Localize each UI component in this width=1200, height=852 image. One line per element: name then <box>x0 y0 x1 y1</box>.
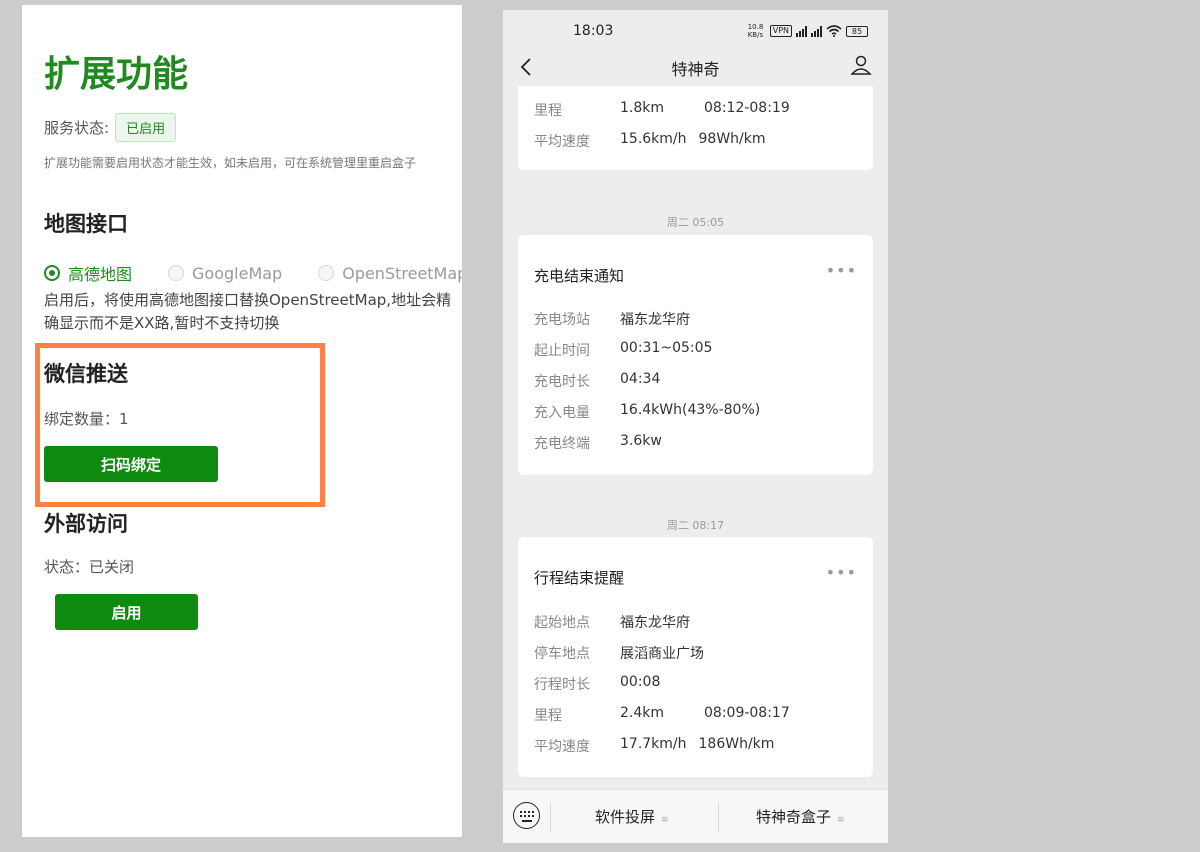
map-description: 启用后，将使用高德地图接口替换OpenStreetMap,地址会精确显示而不是X… <box>44 291 452 332</box>
radio-label: GoogleMap <box>192 263 283 283</box>
radio-openstreetmap[interactable]: OpenStreetMap <box>318 264 462 283</box>
menu-marker-icon: ≡ <box>837 815 845 825</box>
message-timestamp: 周二 05:05 <box>666 216 725 229</box>
more-icon[interactable]: ••• <box>826 261 857 280</box>
status-time: 18:03 <box>573 23 614 39</box>
trip-card-partial: 里程 1.8km 08:12-08:19 平均速度 15.6km/h 98Wh/… <box>518 86 873 170</box>
card-row: 里程 1.8km 08:12-08:19 <box>534 100 790 119</box>
service-status-row: 服务状态: 已启用 <box>44 113 177 142</box>
card-title: 行程结束提醒 <box>534 569 625 587</box>
highlight-box <box>35 343 325 507</box>
chat-title: 特神奇 <box>671 60 720 79</box>
menu-box[interactable]: 特神奇盒子 ≡ <box>756 806 845 827</box>
external-access-heading: 外部访问 <box>44 512 128 536</box>
card-row: 里程 2.4km 08:09-08:17 <box>534 705 790 724</box>
bottom-menu-bar: 软件投屏 ≡ 特神奇盒子 ≡ <box>503 789 888 843</box>
message-timestamp: 周二 08:17 <box>666 519 725 532</box>
card-row: 充电时长 04:34 <box>534 371 661 390</box>
status-badge: 已启用 <box>115 113 177 142</box>
wifi-icon <box>826 25 842 37</box>
enable-button[interactable]: 启用 <box>55 594 198 630</box>
menu-marker-icon: ≡ <box>661 815 669 825</box>
card-row: 行程时长 00:08 <box>534 674 661 693</box>
service-status-label: 服务状态: <box>44 119 110 137</box>
card-row: 充入电量 16.4kWh(43%-80%) <box>534 402 761 421</box>
user-icon[interactable] <box>850 54 872 76</box>
card-row: 停车地点 展滔商业广场 <box>534 646 704 662</box>
card-row: 充电终端 3.6kw <box>534 433 662 452</box>
card-row: 平均速度 17.7km/h 186Wh/km <box>534 736 775 755</box>
radio-unchecked-icon <box>168 265 185 281</box>
page-title: 扩展功能 <box>44 54 189 95</box>
card-row: 起止时间 00:31~05:05 <box>534 340 713 359</box>
signal-icon <box>811 25 822 37</box>
status-bar: 18:03 10.8 KB/s VPN 85 <box>503 10 888 50</box>
map-provider-radio-group: 高德地图 GoogleMap OpenStreetMap <box>44 261 462 285</box>
charge-end-card[interactable]: 充电结束通知 ••• 充电场站 福东龙华府 起止时间 00:31~05:05 充… <box>518 235 873 475</box>
card-title: 充电结束通知 <box>534 267 625 285</box>
net-speed: 10.8 KB/s <box>747 23 764 39</box>
radio-label: OpenStreetMap <box>342 263 462 283</box>
more-icon[interactable]: ••• <box>826 563 857 582</box>
vpn-icon: VPN <box>769 25 792 37</box>
radio-label: 高德地图 <box>68 265 133 284</box>
status-icons: 10.8 KB/s VPN 85 <box>748 23 868 39</box>
radio-unchecked-icon <box>318 265 335 281</box>
service-hint: 扩展功能需要启用状态才能生效，如未启用，可在系统管理里重启盒子 <box>44 156 417 170</box>
divider <box>550 802 551 832</box>
divider <box>718 802 719 832</box>
battery-icon: 85 <box>846 25 868 37</box>
card-row: 充电场站 福东龙华府 <box>534 312 690 328</box>
map-section-heading: 地图接口 <box>44 212 128 236</box>
phone-screen: 18:03 10.8 KB/s VPN 85 特神奇 里程 1.8km 08:1… <box>503 10 888 843</box>
message-list[interactable]: 里程 1.8km 08:12-08:19 平均速度 15.6km/h 98Wh/… <box>503 86 888 789</box>
external-access-status: 状态：已关闭 <box>44 558 135 576</box>
card-row: 起始地点 福东龙华府 <box>534 615 690 631</box>
card-row: 平均速度 15.6km/h 98Wh/km <box>534 131 766 150</box>
menu-software-cast[interactable]: 软件投屏 ≡ <box>595 806 669 827</box>
keyboard-icon[interactable] <box>513 802 540 829</box>
signal-icon <box>796 25 807 37</box>
nav-bar: 特神奇 <box>503 50 888 86</box>
radio-amap[interactable]: 高德地图 <box>44 261 132 285</box>
radio-googlemap[interactable]: GoogleMap <box>168 264 282 283</box>
trip-end-card[interactable]: 行程结束提醒 ••• 起始地点 福东龙华府 停车地点 展滔商业广场 行程时长 0… <box>518 537 873 777</box>
radio-checked-icon <box>44 265 60 281</box>
